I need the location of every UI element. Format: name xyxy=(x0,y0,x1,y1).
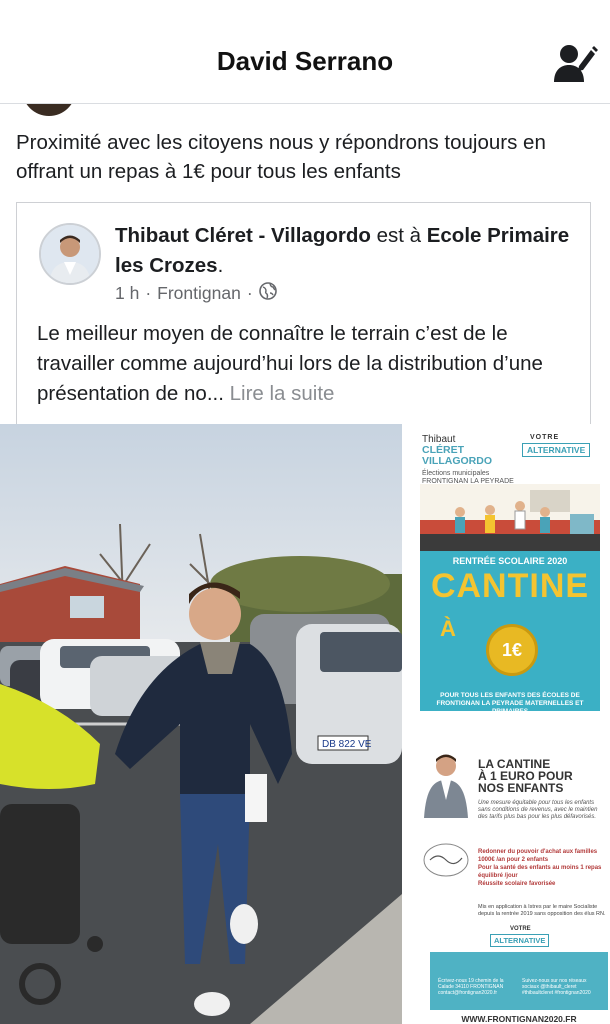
shared-author-name[interactable]: Thibaut Cléret - Villagordo xyxy=(115,224,371,247)
page-title: David Serrano xyxy=(216,46,394,76)
flyer-rentree: RENTRÉE SCOLAIRE 2020 xyxy=(452,556,568,566)
flyer-name-line: VILLAGORDO xyxy=(422,455,492,467)
license-plate: DB 822 VE xyxy=(322,739,372,750)
read-more-link[interactable]: Lire la suite xyxy=(230,382,335,405)
flyer2-url: WWW.FRONTIGNAN2020.FR xyxy=(461,1014,577,1024)
flyer2-contact: Écrivez-nous 19 chemin de la Calade 3411… xyxy=(438,978,504,996)
flyer-sub-line: Élections municipales xyxy=(422,470,490,477)
meta-separator: · xyxy=(246,283,253,303)
candidate-portrait xyxy=(423,754,469,877)
flyer-votre: VOTRE xyxy=(530,434,560,441)
post-time[interactable]: 1 h xyxy=(115,283,139,304)
shared-post-header: Thibaut Cléret - Villagordo est à Ecole … xyxy=(115,221,575,281)
flyer-alternative-logo: ALTERNATIVE xyxy=(522,443,591,457)
place-suffix: . xyxy=(217,254,224,277)
flyer-a: À xyxy=(440,616,456,641)
euro-coin-icon: 1€ xyxy=(486,624,538,676)
post-text: Proximité avec les citoyens nous y répon… xyxy=(16,131,546,183)
post-photo-main[interactable]: DB 822 VE xyxy=(0,424,402,1024)
flyer2-social: Suivez-nous sur nos réseaux sociaux @thi… xyxy=(522,978,591,996)
top-bar: David Serrano xyxy=(0,0,610,104)
checkin-connector: est à xyxy=(370,224,427,247)
flyer2-title: LA CANTINE À 1 EURO POUR NOS ENFANTS xyxy=(478,758,573,794)
flyer-name-big: CLÉRET VILLAGORDO xyxy=(422,445,492,467)
flyer2-benefit: Réussite scolaire favorisée xyxy=(478,881,556,887)
flyer2-benefit: Pour la santé des enfants au moins 1 rep… xyxy=(478,865,602,879)
shared-author-avatar[interactable] xyxy=(39,223,101,285)
flyer2-description: Une mesure équitable pour tous les enfan… xyxy=(478,800,598,820)
flyer2-benefit: Redonner du pouvoir d'achat aux familles… xyxy=(478,849,598,863)
flyer2-title-line: NOS ENFANTS xyxy=(478,781,564,795)
shared-post-card[interactable]: Thibaut Cléret - Villagordo est à Ecole … xyxy=(16,202,591,424)
flyer-cantine-title: CANTINE xyxy=(430,567,590,605)
flyer2-note: Mis en application à Istres par le maire… xyxy=(478,904,606,917)
user-edit-icon[interactable] xyxy=(552,40,598,86)
flyer-footer: POUR TOUS LES ENFANTS DES ÉCOLES DE FRON… xyxy=(436,692,584,715)
post-location[interactable]: Frontignan xyxy=(157,283,241,304)
shared-post-body: Le meilleur moyen de connaître le terrai… xyxy=(37,319,587,409)
post-photo-flyer-cantine[interactable]: Thibaut CLÉRET VILLAGORDO Élections muni… xyxy=(410,424,610,726)
globe-icon xyxy=(258,282,277,305)
shared-post-meta: 1 h · Frontignan · xyxy=(115,282,277,305)
meta-separator: · xyxy=(145,283,152,303)
canteen-illustration xyxy=(420,484,600,552)
flyer2-benefits: Redonner du pouvoir d'achat aux familles… xyxy=(478,848,606,888)
flyer2-votre: VOTRE xyxy=(510,926,531,932)
post-photo-flyer-details[interactable]: LA CANTINE À 1 EURO POUR NOS ENFANTS Une… xyxy=(410,734,610,1024)
flyer2-alternative-logo: ALTERNATIVE xyxy=(490,934,550,947)
